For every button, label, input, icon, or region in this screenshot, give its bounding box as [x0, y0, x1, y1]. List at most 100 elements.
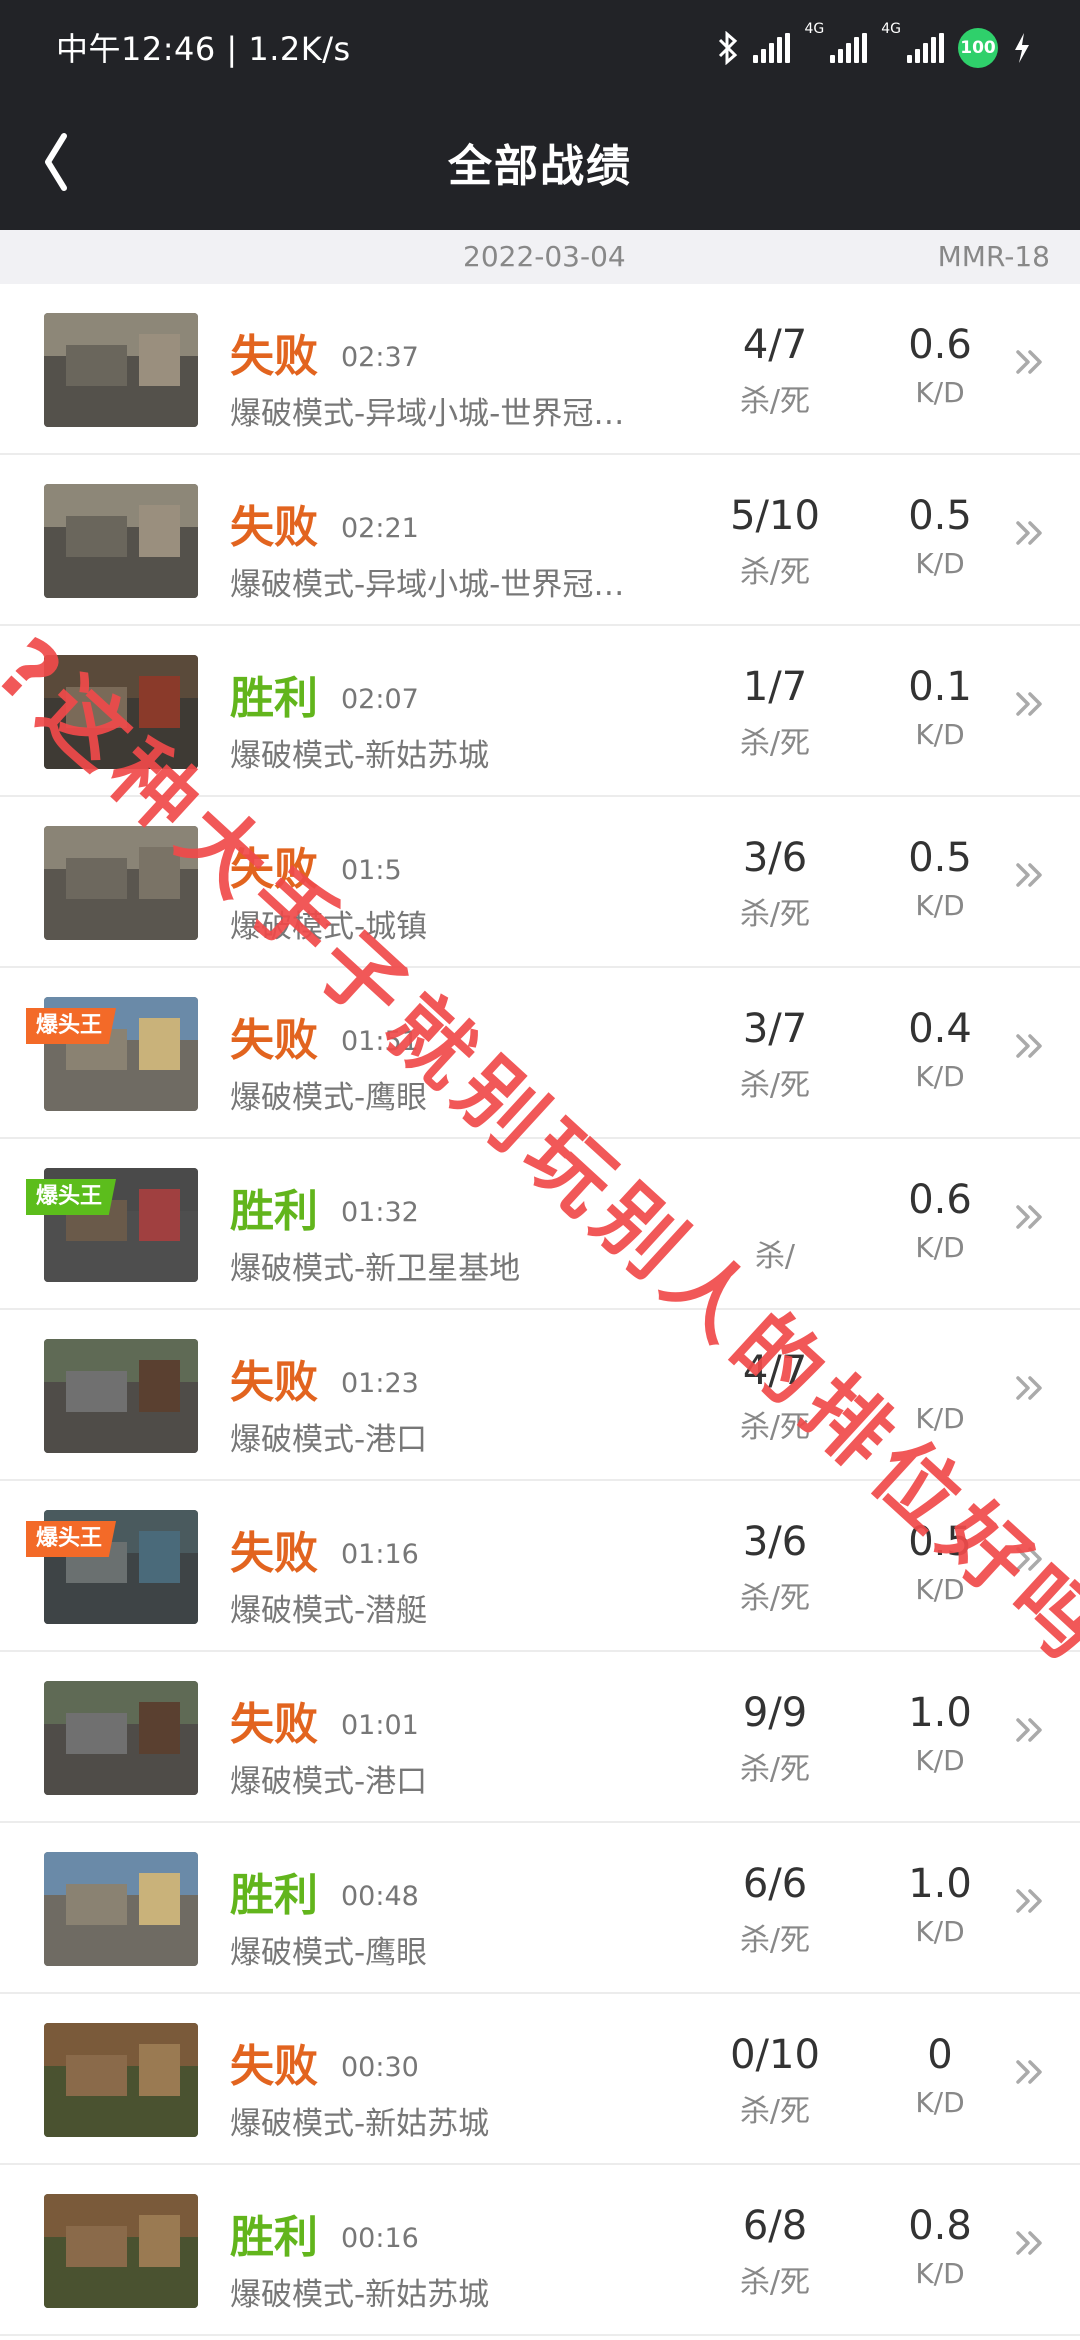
- match-row[interactable]: 爆头王 失败 01:51 爆破模式-鹰眼 3/7 杀/死 0.4 K/D: [0, 968, 1080, 1139]
- match-time: 00:48: [341, 1881, 419, 1912]
- match-row[interactable]: 爆头王 失败 01:16 爆破模式-潜艇 3/6 杀/死 0.5 K/D: [0, 1481, 1080, 1652]
- match-list: 失败 02:37 爆破模式-异域小城-世界冠军杯 4/7 杀/死 0.6 K/D…: [0, 284, 1080, 2336]
- map-thumbnail: [44, 2023, 198, 2137]
- kd-ratio-label: K/D: [915, 547, 965, 580]
- match-row[interactable]: 失败 00:30 爆破模式-新姑苏城 0/10 杀/死 0 K/D: [0, 1994, 1080, 2165]
- battery-icon: 100: [958, 28, 998, 68]
- kill-death-count: 0/10: [730, 2032, 820, 2078]
- match-time: 01:16: [341, 1539, 419, 1570]
- kd-ratio: 0.5: [908, 493, 972, 539]
- headshot-king-badge: 爆头王: [26, 1008, 117, 1044]
- match-result: 失败: [230, 844, 318, 895]
- kill-death-count: 9/9: [742, 1690, 808, 1736]
- double-chevron-right-icon: [1016, 1205, 1042, 1229]
- kill-death-label: 杀/死: [739, 726, 811, 761]
- kd-ratio: 0: [927, 2032, 953, 2078]
- double-chevron-right-icon: [1016, 1034, 1042, 1058]
- match-result: 失败: [230, 1015, 318, 1066]
- kill-death-label: 杀/死: [739, 2265, 811, 2300]
- kd-ratio-label: K/D: [915, 1744, 965, 1777]
- kd-ratio-label: K/D: [915, 718, 965, 751]
- double-chevron-right-icon: [1016, 863, 1042, 887]
- kill-death-label: 杀/死: [739, 555, 811, 590]
- match-time: 01:23: [341, 1368, 419, 1399]
- kill-death-label: 杀/: [754, 1239, 796, 1274]
- match-result: 胜利: [230, 1186, 318, 1237]
- match-row[interactable]: 失败 02:21 爆破模式-异域小城-世界冠军杯 5/10 杀/死 0.5 K/…: [0, 455, 1080, 626]
- match-row[interactable]: 失败 01:01 爆破模式-港口 9/9 杀/死 1.0 K/D: [0, 1652, 1080, 1823]
- match-mode: 爆破模式-港口: [230, 1422, 428, 1458]
- kill-death-label: 杀/死: [739, 1068, 811, 1103]
- kd-ratio-label: K/D: [915, 1573, 965, 1606]
- signal-icon: [830, 33, 868, 63]
- kill-death-label: 杀/死: [739, 384, 811, 419]
- match-row[interactable]: 失败 02:37 爆破模式-异域小城-世界冠军杯 4/7 杀/死 0.6 K/D: [0, 284, 1080, 455]
- match-mode: 爆破模式-新姑苏城: [230, 2277, 490, 2313]
- status-icons: 4G 4G 100: [717, 22, 1032, 74]
- bluetooth-icon: [719, 31, 738, 65]
- kd-ratio: 1.0: [908, 1861, 972, 1907]
- match-mode: 爆破模式-新姑苏城: [230, 2106, 490, 2142]
- match-row[interactable]: 胜利 02:07 爆破模式-新姑苏城 1/7 杀/死 0.1 K/D: [0, 626, 1080, 797]
- match-time: 00:16: [341, 2223, 419, 2254]
- map-thumbnail: [44, 2194, 198, 2308]
- map-thumbnail: [44, 1339, 198, 1453]
- match-result: 胜利: [230, 673, 318, 724]
- kd-ratio-label: K/D: [915, 2086, 965, 2119]
- kd-ratio: 0.6: [908, 322, 972, 368]
- match-result: 失败: [230, 502, 318, 553]
- signal-icon: [753, 33, 791, 63]
- network-type-label: 4G: [804, 21, 825, 37]
- match-mode: 爆破模式-潜艇: [230, 1593, 428, 1629]
- network-type-label: 4G: [881, 21, 901, 37]
- kd-ratio: 0.5: [908, 1519, 972, 1565]
- kill-death-count: 6/6: [742, 1861, 808, 1907]
- nav-header: 全部战绩: [0, 96, 1080, 230]
- match-time: 01:01: [341, 1710, 419, 1741]
- mmr-label: MMR-18: [937, 240, 1050, 273]
- kd-ratio: 0.8: [908, 2203, 972, 2249]
- map-thumbnail: [44, 655, 198, 769]
- kill-death-label: 杀/死: [739, 1581, 811, 1616]
- match-result: 胜利: [230, 2212, 318, 2263]
- double-chevron-right-icon: [1016, 521, 1042, 545]
- match-mode: 爆破模式-港口: [230, 1764, 428, 1800]
- match-mode: 爆破模式-新卫星基地: [230, 1251, 521, 1287]
- kd-ratio-label: K/D: [915, 376, 965, 409]
- match-row[interactable]: 爆头王 胜利 01:32 爆破模式-新卫星基地 杀/ 0.6 K/D: [0, 1139, 1080, 1310]
- map-thumbnail: [44, 484, 198, 598]
- match-time: 02:37: [341, 342, 419, 373]
- double-chevron-right-icon: [1016, 692, 1042, 716]
- map-thumbnail: [44, 313, 198, 427]
- kd-ratio: 0.4: [908, 1006, 972, 1052]
- match-time: 02:07: [341, 684, 419, 715]
- map-thumbnail: [44, 1852, 198, 1966]
- kill-death-count: 1/7: [742, 664, 808, 710]
- kill-death-label: 杀/死: [739, 897, 811, 932]
- double-chevron-right-icon: [1016, 1718, 1042, 1742]
- map-thumbnail: [44, 826, 198, 940]
- kill-death-count: 4/7: [742, 1348, 808, 1394]
- kd-ratio: 0.6: [908, 1177, 972, 1223]
- match-row[interactable]: 胜利 00:48 爆破模式-鹰眼 6/6 杀/死 1.0 K/D: [0, 1823, 1080, 1994]
- match-result: 失败: [230, 1357, 318, 1408]
- charging-icon: [1015, 33, 1029, 63]
- match-mode: 爆破模式-异域小城-世界冠军杯: [230, 396, 640, 432]
- kill-death-label: 杀/死: [739, 2094, 811, 2129]
- match-time: 02:21: [341, 513, 419, 544]
- kd-ratio-label: K/D: [915, 1231, 965, 1264]
- double-chevron-right-icon: [1016, 2231, 1042, 2255]
- match-row[interactable]: 胜利 00:16 爆破模式-新姑苏城 6/8 杀/死 0.8 K/D: [0, 2165, 1080, 2336]
- match-result: 失败: [230, 1528, 318, 1579]
- kd-ratio: 0.1: [908, 664, 972, 710]
- match-time: 00:30: [341, 2052, 419, 2083]
- match-time: 01:5: [341, 855, 402, 886]
- kill-death-label: 杀/死: [739, 1752, 811, 1787]
- match-result: 失败: [230, 331, 318, 382]
- status-time-speed: 中午12:46 | 1.2K/s: [56, 30, 351, 68]
- headshot-king-badge: 爆头王: [26, 1521, 117, 1557]
- match-time: 01:32: [341, 1197, 419, 1228]
- match-row[interactable]: 失败 01:23 爆破模式-港口 4/7 杀/死 K/D: [0, 1310, 1080, 1481]
- match-row[interactable]: 失败 01:5 爆破模式-城镇 3/6 杀/死 0.5 K/D: [0, 797, 1080, 968]
- status-bar: 中午12:46 | 1.2K/s 4G 4G 100: [0, 0, 1080, 96]
